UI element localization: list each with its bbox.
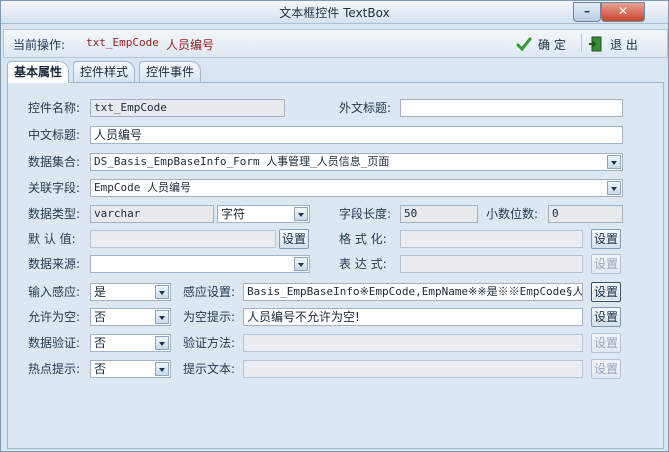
dialog-window: 文本框控件 TextBox – ✕ 当前操作: txt_EmpCode 人员编号… — [0, 0, 669, 452]
data-validate-select[interactable]: 否 — [90, 334, 171, 352]
chevron-down-icon[interactable] — [155, 336, 169, 350]
hint-text-field — [243, 360, 583, 378]
validate-method-label: 验证方法: — [183, 336, 236, 350]
expression-field — [400, 255, 583, 273]
operation-control-name: txt_EmpCode — [86, 36, 159, 49]
window-title: 文本框控件 TextBox — [279, 6, 390, 20]
decimal-field: 0 — [548, 205, 623, 223]
operation-bar: 当前操作: txt_EmpCode 人员编号 确 定 退 出 — [3, 29, 668, 58]
checkmark-icon — [516, 37, 532, 52]
validate-method-setting-button: 设置 — [591, 333, 621, 353]
hotspot-hint-value: 否 — [94, 362, 107, 376]
tab-control-style[interactable]: 控件样式 — [73, 61, 136, 82]
exit-button[interactable]: 退 出 — [588, 34, 638, 54]
empty-tip-field[interactable]: 人员编号不允许为空! — [243, 308, 583, 326]
empty-tip-label: 为空提示: — [183, 310, 236, 324]
data-source-label: 数据来源: — [28, 257, 81, 271]
data-type-field: varchar — [90, 205, 214, 223]
data-kind-value: 字符 — [221, 207, 246, 221]
decimal-label: 小数位数: — [486, 207, 539, 221]
exit-label: 退 出 — [610, 37, 638, 52]
data-validate-label: 数据验证: — [28, 336, 81, 350]
default-value-field — [90, 230, 276, 248]
data-kind-select[interactable]: 字符 — [217, 205, 310, 223]
operation-label: 当前操作: — [13, 38, 66, 52]
chevron-down-icon[interactable] — [294, 207, 308, 221]
title-bar: 文本框控件 TextBox – ✕ — [1, 1, 668, 24]
tab-control-events[interactable]: 控件事件 — [139, 61, 202, 82]
minimize-button[interactable]: – — [573, 2, 601, 22]
foreign-title-field[interactable] — [400, 99, 623, 117]
sense-setting-field[interactable]: Basis_EmpBaseInfo※EmpCode,EmpName※※是※※Em… — [243, 283, 583, 301]
data-validate-value: 否 — [94, 336, 107, 350]
dataset-value: DS_Basis_EmpBaseInfo_Form 人事管理_人员信息_页面 — [94, 155, 390, 168]
operation-control-cn: 人员编号 — [166, 38, 215, 52]
properties-panel: 控件名称: txt_EmpCode 外文标题: 中文标题: 人员编号 数据集合:… — [7, 82, 664, 449]
field-label: 关联字段: — [28, 181, 81, 195]
data-source-select[interactable] — [90, 255, 310, 273]
hint-text-label: 提示文本: — [183, 362, 236, 376]
hotspot-hint-select[interactable]: 否 — [90, 360, 171, 378]
format-setting-button[interactable]: 设置 — [591, 229, 621, 249]
confirm-button[interactable]: 确 定 — [516, 34, 566, 54]
default-setting-button[interactable]: 设置 — [279, 229, 309, 249]
chevron-down-icon[interactable] — [155, 310, 169, 324]
input-sense-label: 输入感应: — [28, 285, 81, 299]
chevron-down-icon[interactable] — [155, 362, 169, 376]
control-name-field: txt_EmpCode — [90, 99, 285, 117]
empty-tip-setting-button[interactable]: 设置 — [591, 307, 621, 327]
validate-method-field — [243, 334, 583, 352]
exit-door-icon — [589, 36, 602, 52]
foreign-title-label: 外文标题: — [339, 101, 392, 115]
format-label: 格 式 化: — [339, 232, 387, 246]
control-name-label: 控件名称: — [28, 101, 81, 115]
expression-setting-button: 设置 — [591, 254, 621, 274]
sense-setting-button[interactable]: 设置 — [591, 282, 621, 302]
allow-empty-select[interactable]: 否 — [90, 308, 171, 326]
allow-empty-label: 允许为空: — [28, 310, 81, 324]
field-value: EmpCode 人员编号 — [94, 181, 191, 194]
hotspot-hint-label: 热点提示: — [28, 362, 81, 376]
sense-setting-label: 感应设置: — [183, 285, 236, 299]
tab-basic-properties[interactable]: 基本属性 — [7, 61, 70, 83]
field-length-label: 字段长度: — [339, 207, 392, 221]
field-select[interactable]: EmpCode 人员编号 — [90, 179, 623, 197]
chevron-down-icon[interactable] — [155, 285, 169, 299]
toolbar-divider — [581, 34, 582, 52]
dataset-label: 数据集合: — [28, 155, 81, 169]
default-value-label: 默 认 值: — [28, 232, 76, 246]
chevron-down-icon[interactable] — [294, 257, 308, 271]
input-sense-value: 是 — [94, 285, 107, 299]
input-sense-select[interactable]: 是 — [90, 283, 171, 301]
allow-empty-value: 否 — [94, 310, 107, 324]
confirm-label: 确 定 — [538, 37, 566, 52]
chevron-down-icon[interactable] — [607, 155, 621, 169]
expression-label: 表 达 式: — [339, 257, 387, 271]
dataset-select[interactable]: DS_Basis_EmpBaseInfo_Form 人事管理_人员信息_页面 — [90, 153, 623, 171]
hint-text-setting-button: 设置 — [591, 359, 621, 379]
data-type-label: 数据类型: — [28, 207, 81, 221]
chevron-down-icon[interactable] — [607, 181, 621, 195]
close-button[interactable]: ✕ — [601, 2, 645, 22]
format-field — [400, 230, 583, 248]
cn-title-field[interactable]: 人员编号 — [90, 126, 623, 144]
cn-title-label: 中文标题: — [28, 128, 81, 142]
field-length-field: 50 — [400, 205, 478, 223]
